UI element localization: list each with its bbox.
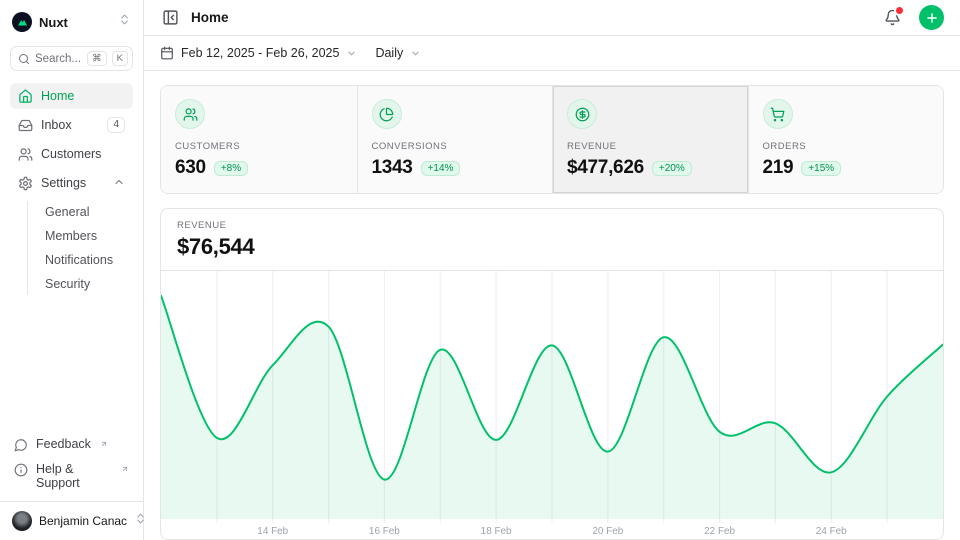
- sidebar-nav: Home Inbox 4 Customers Settings: [10, 83, 133, 297]
- chevron-down-icon: [346, 48, 357, 59]
- sidebar-item-label: Inbox: [41, 118, 99, 132]
- user-menu[interactable]: Benjamin Canac: [0, 501, 143, 540]
- notification-dot: [896, 7, 903, 14]
- stat-value: 630: [175, 157, 206, 179]
- stat-card-customers[interactable]: CUSTOMERS 630 +8%: [161, 86, 357, 193]
- search-input[interactable]: [35, 53, 82, 65]
- stat-value: 219: [763, 157, 794, 179]
- revenue-area-chart: 14 Feb 16 Feb 18 Feb 20 Feb 22 Feb 24 Feb: [161, 271, 943, 539]
- stat-card-conversions[interactable]: CONVERSIONS 1343 +14%: [357, 86, 553, 193]
- message-bubble-icon: [14, 438, 28, 452]
- users-icon: [18, 147, 33, 162]
- workspace-name: Nuxt: [39, 15, 111, 30]
- sidebar: Nuxt ⌘ K Home Inbox 4: [0, 0, 144, 540]
- inbox-count-badge: 4: [107, 117, 125, 133]
- app: Nuxt ⌘ K Home Inbox 4: [0, 0, 960, 540]
- circle-dollar-icon: [567, 99, 597, 129]
- sidebar-item-settings[interactable]: Settings: [10, 170, 133, 196]
- chevron-up-icon: [113, 176, 125, 191]
- plus-icon: [925, 11, 939, 25]
- settings-subnav: General Members Notifications Security: [27, 201, 133, 295]
- sidebar-item-notifications[interactable]: Notifications: [41, 249, 133, 271]
- content: CUSTOMERS 630 +8% CONVERSIONS 1343 +14%: [144, 71, 960, 540]
- delta-badge: +14%: [421, 161, 461, 176]
- help-support-label: Help & Support: [36, 462, 112, 490]
- chevrons-up-down-icon: [118, 13, 131, 31]
- search-input-wrap[interactable]: ⌘ K: [10, 46, 133, 71]
- sidebar-footer: Feedback Help & Support: [10, 434, 133, 501]
- sidebar-item-general[interactable]: General: [41, 201, 133, 223]
- page-title: Home: [191, 10, 872, 25]
- nuxt-logo-icon: [12, 12, 32, 32]
- svg-text:16 Feb: 16 Feb: [369, 526, 400, 537]
- stat-card-revenue[interactable]: REVENUE $477,626 +20%: [552, 86, 748, 193]
- panel-left-close-icon: [162, 9, 179, 26]
- users-icon: [175, 99, 205, 129]
- workspace-switcher[interactable]: Nuxt: [10, 10, 133, 34]
- feedback-label: Feedback: [36, 437, 91, 451]
- sidebar-item-security[interactable]: Security: [41, 273, 133, 295]
- svg-text:18 Feb: 18 Feb: [481, 526, 512, 537]
- inbox-icon: [18, 118, 33, 133]
- chart-header: REVENUE $76,544: [161, 209, 943, 270]
- avatar: [12, 511, 32, 531]
- stat-label: CONVERSIONS: [372, 141, 539, 152]
- date-range-label: Feb 12, 2025 - Feb 26, 2025: [181, 46, 339, 60]
- search-icon: [18, 53, 30, 65]
- add-button[interactable]: [919, 5, 944, 30]
- shopping-cart-icon: [763, 99, 793, 129]
- stat-value: 1343: [372, 157, 413, 179]
- external-link-icon: [99, 437, 108, 451]
- external-link-icon: [120, 462, 129, 476]
- sidebar-item-label: Customers: [41, 147, 125, 161]
- delta-badge: +15%: [801, 161, 841, 176]
- delta-badge: +20%: [652, 161, 692, 176]
- date-range-picker[interactable]: Feb 12, 2025 - Feb 26, 2025: [160, 46, 357, 60]
- calendar-icon: [160, 46, 174, 60]
- gear-icon: [18, 176, 33, 191]
- sidebar-item-customers[interactable]: Customers: [10, 141, 133, 167]
- granularity-select[interactable]: Daily: [375, 46, 421, 60]
- sidebar-item-home[interactable]: Home: [10, 83, 133, 109]
- help-support-link[interactable]: Help & Support: [10, 459, 133, 493]
- svg-text:14 Feb: 14 Feb: [257, 526, 288, 537]
- svg-text:20 Feb: 20 Feb: [592, 526, 623, 537]
- kbd-cmd: ⌘: [87, 51, 107, 66]
- pie-chart-icon: [372, 99, 402, 129]
- notifications-button[interactable]: [882, 7, 903, 28]
- info-circle-icon: [14, 463, 28, 477]
- stat-label: ORDERS: [763, 141, 930, 152]
- svg-text:22 Feb: 22 Feb: [704, 526, 735, 537]
- revenue-chart-card: REVENUE $76,544 14 Feb 16 Feb 18 Feb 20 Feb…: [160, 208, 944, 540]
- feedback-link[interactable]: Feedback: [10, 434, 133, 455]
- stat-value: $477,626: [567, 157, 644, 179]
- chart-metric-value: $76,544: [177, 234, 927, 260]
- svg-text:24 Feb: 24 Feb: [816, 526, 847, 537]
- sidebar-item-label: Home: [41, 89, 125, 103]
- sidebar-item-inbox[interactable]: Inbox 4: [10, 112, 133, 138]
- chart-metric-label: REVENUE: [177, 220, 927, 231]
- kbd-k: K: [112, 51, 128, 66]
- sidebar-item-members[interactable]: Members: [41, 225, 133, 247]
- filters-toolbar: Feb 12, 2025 - Feb 26, 2025 Daily: [144, 36, 960, 71]
- page-header: Home: [144, 0, 960, 36]
- sidebar-item-label: Settings: [41, 176, 105, 190]
- user-name: Benjamin Canac: [39, 514, 127, 528]
- stats-row: CUSTOMERS 630 +8% CONVERSIONS 1343 +14%: [160, 85, 944, 194]
- main-panel: Home Feb 12, 2025 - Feb 26, 2025 Daily: [144, 0, 960, 540]
- granularity-label: Daily: [375, 46, 403, 60]
- delta-badge: +8%: [214, 161, 248, 176]
- stat-card-orders[interactable]: ORDERS 219 +15%: [748, 86, 944, 193]
- chevron-down-icon: [410, 48, 421, 59]
- collapse-sidebar-button[interactable]: [160, 7, 181, 28]
- stat-label: REVENUE: [567, 141, 734, 152]
- stat-label: CUSTOMERS: [175, 141, 343, 152]
- home-icon: [18, 89, 33, 104]
